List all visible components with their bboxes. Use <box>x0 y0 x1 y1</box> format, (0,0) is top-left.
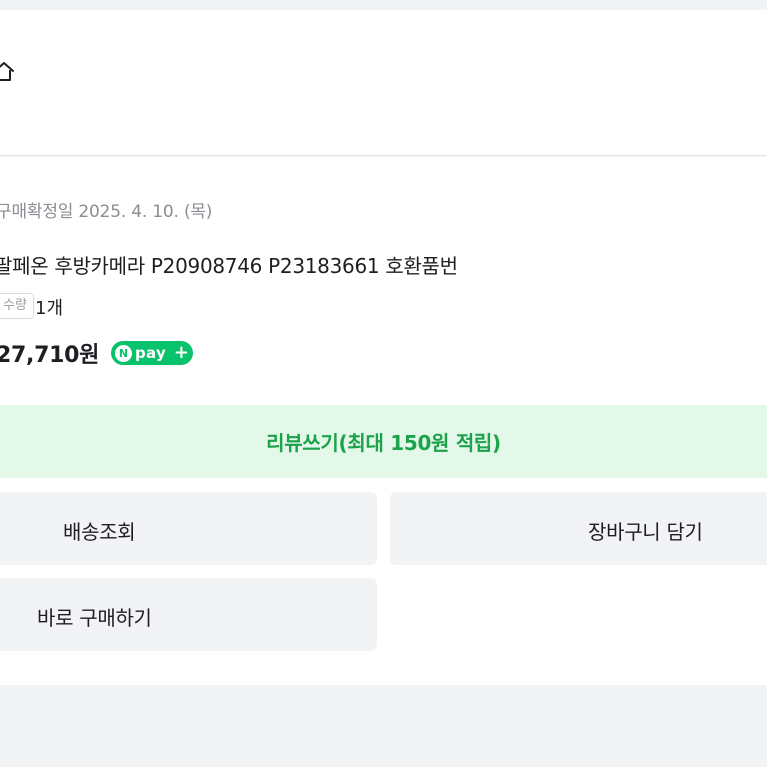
product-name[interactable]: 팔페온 후방카메라 P20908746 P23183661 호환품번 <box>0 250 458 279</box>
top-bar <box>0 10 767 156</box>
buy-again-button[interactable]: 바로 구매하기 <box>0 578 377 651</box>
npay-logo-icon: N <box>115 344 132 362</box>
track-delivery-label: 배송조회 <box>63 520 136 544</box>
buy-again-label: 바로 구매하기 <box>37 606 152 630</box>
purchase-confirm-date: 구매확정일 2025. 4. 10. (목) <box>0 202 213 222</box>
quantity-value: 1개 <box>35 298 64 319</box>
home-icon[interactable] <box>0 60 16 84</box>
track-delivery-button[interactable]: 배송조회 <box>0 492 377 565</box>
order-card: 구매확정일 2025. 4. 10. (목) 팔페온 후방카메라 P209087… <box>0 157 767 685</box>
npay-text: pay <box>135 344 167 362</box>
npay-plus-badge: N pay + <box>111 341 193 365</box>
plus-icon: + <box>173 342 189 363</box>
add-to-cart-label: 장바구니 담기 <box>588 520 703 544</box>
add-to-cart-button[interactable]: 장바구니 담기 <box>390 492 767 565</box>
order-price: 27,710원 <box>0 343 100 368</box>
write-review-button[interactable]: 리뷰쓰기(최대 150원 적립) <box>0 405 767 478</box>
quantity-badge: 수량 <box>0 293 34 319</box>
